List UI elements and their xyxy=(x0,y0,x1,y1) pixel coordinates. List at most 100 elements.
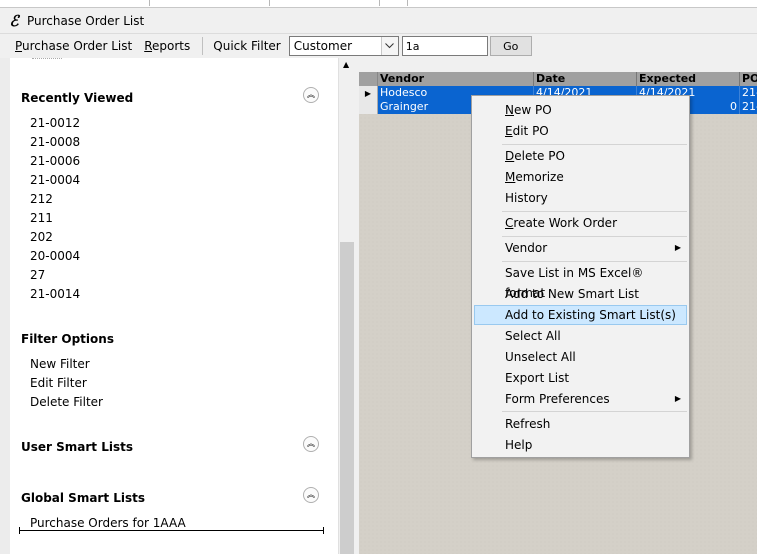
label: Select All xyxy=(505,329,561,343)
sidebar-content xyxy=(10,58,326,554)
menu-item-form-preferences[interactable]: Form Preferences ▶ xyxy=(474,389,687,409)
cell-po[interactable]: 21- xyxy=(740,100,757,114)
grid-corner xyxy=(359,72,378,86)
menu-purchase-order-list[interactable]: Purchase Order List xyxy=(0,39,138,53)
go-button[interactable]: Go xyxy=(489,36,532,56)
row-selector[interactable] xyxy=(359,100,378,114)
menu-separator xyxy=(502,236,687,237)
label: ew PO xyxy=(513,103,552,117)
sidebar-panel: Recently Viewed ︽ 21-0012 21-0008 21-000… xyxy=(0,58,338,554)
title-bar: ℰ Purchase Order List xyxy=(0,8,757,34)
recent-item[interactable]: 211 xyxy=(30,211,53,225)
menu-item-export-list[interactable]: Export List xyxy=(474,368,687,388)
sidebar-scrollbar[interactable]: ▲ xyxy=(338,58,355,554)
edit-filter-link[interactable]: Edit Filter xyxy=(30,376,87,390)
menu-mnemonic: R xyxy=(144,39,153,53)
recent-item[interactable]: 21-0008 xyxy=(30,135,80,149)
filter-field-value: Customer xyxy=(293,39,353,53)
label: Help xyxy=(505,438,533,452)
mnemonic: D xyxy=(505,149,515,163)
menu-mnemonic: P xyxy=(15,39,23,53)
col-vendor-header[interactable]: Vendor xyxy=(378,72,534,86)
menu-item-refresh[interactable]: Refresh xyxy=(474,414,687,434)
global-smart-list-item[interactable]: Purchase Orders for 1AAA xyxy=(30,516,186,530)
menu-item-add-existing-smart-list[interactable]: Add to Existing Smart List(s) xyxy=(474,305,687,325)
cell-po[interactable]: 21- xyxy=(740,86,757,100)
menu-item-create-work-order[interactable]: Create Work Order xyxy=(474,213,687,233)
menu-item-history[interactable]: History xyxy=(474,188,687,208)
filter-options-title: Filter Options xyxy=(21,332,114,346)
recent-item[interactable]: 21-0014 xyxy=(30,287,80,301)
scrollbar-thumb[interactable] xyxy=(340,242,354,554)
scrolled-item-fragment xyxy=(32,54,62,59)
toolbar-separator xyxy=(202,37,204,55)
label: dit PO xyxy=(512,124,549,138)
menu-item-memorize[interactable]: Memorize xyxy=(474,167,687,187)
new-filter-link[interactable]: New Filter xyxy=(30,357,90,371)
label: Vendor xyxy=(505,241,548,255)
sidebar-edge xyxy=(0,58,10,554)
menu-item-help[interactable]: Help xyxy=(474,435,687,455)
recent-item[interactable]: 21-0004 xyxy=(30,173,80,187)
chevron-down-icon[interactable] xyxy=(380,37,398,55)
label: Refresh xyxy=(505,417,551,431)
menu-item-add-new-smart-list[interactable]: Add to New Smart List xyxy=(474,284,687,304)
top-strip xyxy=(0,0,757,8)
context-menu: New PO Edit PO Delete PO Memorize Histor… xyxy=(471,95,690,458)
label: emorize xyxy=(515,170,564,184)
label: elete PO xyxy=(514,149,565,163)
menu-item-delete-po[interactable]: Delete PO xyxy=(474,146,687,166)
label: Unselect All xyxy=(505,350,576,364)
recent-item[interactable]: 21-0006 xyxy=(30,154,80,168)
submenu-arrow-icon: ▶ xyxy=(674,394,681,403)
menu-separator xyxy=(502,144,687,145)
menu-label: urchase Order List xyxy=(22,39,133,53)
recent-item[interactable]: 202 xyxy=(30,230,53,244)
mnemonic: E xyxy=(505,124,513,138)
label: Add to New Smart List xyxy=(505,287,639,301)
top-strip-seg xyxy=(150,0,270,6)
filter-value-input[interactable] xyxy=(401,36,488,56)
app-e-icon: ℰ xyxy=(9,11,19,30)
global-smart-lists-title: Global Smart Lists xyxy=(21,491,146,505)
filter-field-select[interactable]: Customer xyxy=(288,36,399,56)
recently-viewed-title: Recently Viewed xyxy=(21,91,134,105)
toolbar: Purchase Order List Reports Quick Filter… xyxy=(0,34,757,58)
collapse-recently-viewed-icon[interactable]: ︽ xyxy=(303,87,319,103)
menu-separator xyxy=(502,211,687,212)
menu-separator xyxy=(502,411,687,412)
recent-item[interactable]: 27 xyxy=(30,268,45,282)
top-strip-seg xyxy=(380,0,408,6)
menu-item-unselect-all[interactable]: Unselect All xyxy=(474,347,687,367)
top-strip-seg xyxy=(0,0,150,6)
recent-item[interactable]: 20-0004 xyxy=(30,249,80,263)
collapse-global-smart-lists-icon[interactable]: ︽ xyxy=(303,487,319,503)
submenu-arrow-icon: ▶ xyxy=(674,243,681,252)
recent-item[interactable]: 21-0012 xyxy=(30,116,80,130)
row-pointer-icon[interactable]: ▶ xyxy=(359,86,378,100)
menu-item-vendor[interactable]: Vendor ▶ xyxy=(474,238,687,258)
label: Add to Existing Smart List(s) xyxy=(505,308,676,322)
collapse-user-smart-lists-icon[interactable]: ︽ xyxy=(303,436,319,452)
menu-item-new-po[interactable]: New PO xyxy=(474,100,687,120)
delete-filter-link[interactable]: Delete Filter xyxy=(30,395,103,409)
recent-item[interactable]: 212 xyxy=(30,192,53,206)
menu-item-save-excel[interactable]: Save List in MS Excel® format xyxy=(474,263,687,300)
col-po-header[interactable]: PO xyxy=(740,72,757,86)
drag-indicator-line xyxy=(19,527,324,534)
menu-reports[interactable]: Reports xyxy=(138,39,196,53)
quick-filter-label: Quick Filter xyxy=(213,39,281,53)
col-date-header[interactable]: Date xyxy=(534,72,637,86)
label: reate Work Order xyxy=(513,216,618,230)
top-strip-seg xyxy=(270,0,380,6)
user-smart-lists-title: User Smart Lists xyxy=(21,440,133,454)
window-title: Purchase Order List xyxy=(27,13,145,28)
mnemonic: N xyxy=(505,103,514,117)
menu-item-select-all[interactable]: Select All xyxy=(474,326,687,346)
col-expected-header[interactable]: Expected xyxy=(637,72,740,86)
label: History xyxy=(505,191,548,205)
label: Form Preferences xyxy=(505,392,610,406)
scroll-up-icon[interactable]: ▲ xyxy=(343,60,349,69)
menu-item-edit-po[interactable]: Edit PO xyxy=(474,121,687,141)
menu-label: eports xyxy=(152,39,191,53)
